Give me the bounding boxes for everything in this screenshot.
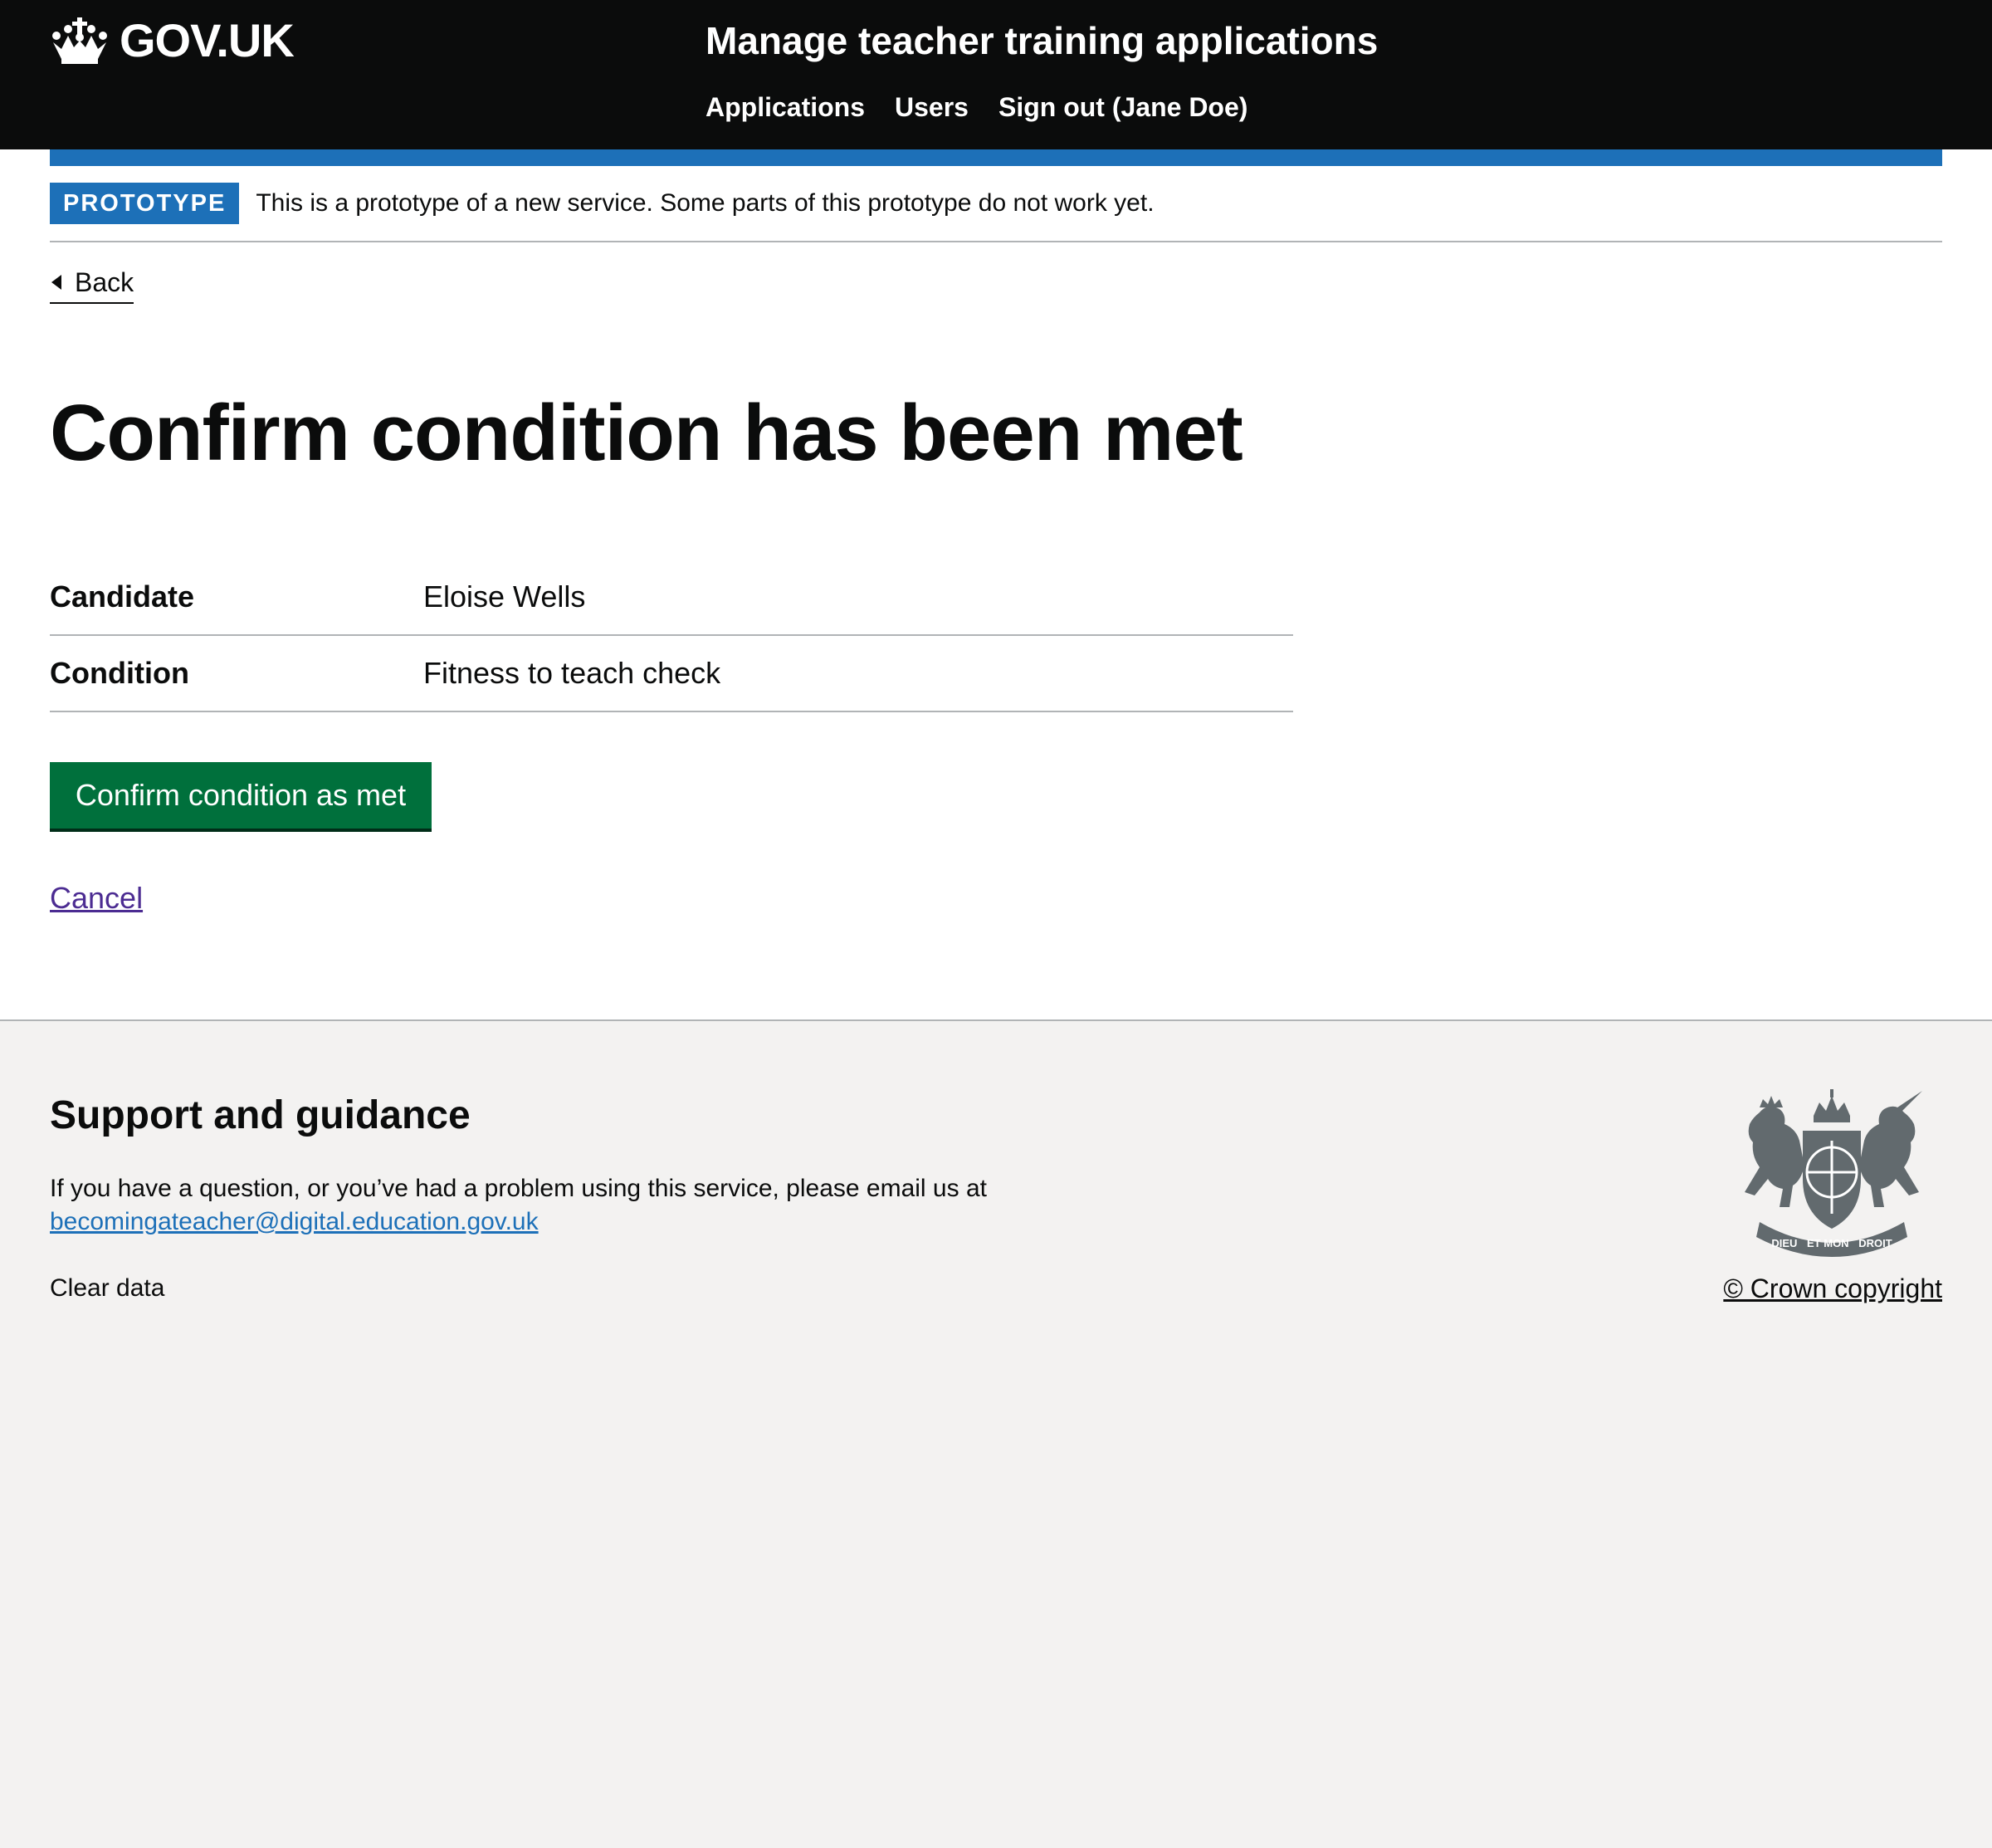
summary-value: Fitness to teach check xyxy=(423,656,721,690)
page: GOV.UK Manage teacher training applicati… xyxy=(0,0,1992,1848)
phase-banner-text: This is a prototype of a new service. So… xyxy=(256,189,1155,217)
confirm-condition-button[interactable]: Confirm condition as met xyxy=(50,762,432,829)
service-name[interactable]: Manage teacher training applications xyxy=(706,15,1378,66)
summary-key: Condition xyxy=(50,656,189,690)
chevron-left-icon xyxy=(51,275,61,290)
clear-data-link[interactable]: Clear data xyxy=(50,1272,164,1305)
svg-text:DIEU ET MON DR: DIEU ET MON DROIT xyxy=(1771,1237,1892,1249)
summary-row-condition: Condition Fitness to teach check xyxy=(50,636,1293,712)
nav-applications[interactable]: Applications xyxy=(706,86,865,128)
site-header: GOV.UK Manage teacher training applicati… xyxy=(0,0,1992,149)
crown-copyright-link[interactable]: © Crown copyright xyxy=(1723,1272,1942,1305)
page-title: Confirm condition has been met xyxy=(50,389,1243,477)
crest-motto-left: DIEU xyxy=(1771,1237,1797,1249)
summary-key: Candidate xyxy=(50,579,195,614)
phase-banner: PROTOTYPE This is a prototype of a new s… xyxy=(50,183,1942,242)
footer-support-copy: If you have a question, or you’ve had a … xyxy=(50,1175,987,1202)
header-nav: Applications Users Sign out (Jane Doe) xyxy=(706,86,1247,128)
nav-users[interactable]: Users xyxy=(895,86,969,128)
summary-value: Eloise Wells xyxy=(423,579,586,614)
cancel-link[interactable]: Cancel xyxy=(50,877,143,920)
crown-icon xyxy=(52,17,107,64)
support-email-link[interactable]: becomingateacher@digital.education.gov.u… xyxy=(50,1208,539,1235)
back-link-label: Back xyxy=(75,267,134,297)
footer-heading: Support and guidance xyxy=(50,1093,471,1137)
nav-sign-out[interactable]: Sign out (Jane Doe) xyxy=(998,86,1247,128)
footer-support-text: If you have a question, or you’ve had a … xyxy=(50,1172,1129,1239)
royal-coat-of-arms-icon: DIEU ET MON DROIT xyxy=(1745,1089,1922,1257)
summary-row-candidate: Candidate Eloise Wells xyxy=(50,560,1293,636)
crest-motto-middle: ET MON xyxy=(1807,1237,1849,1249)
back-link[interactable]: Back xyxy=(50,264,134,304)
header-blue-bar xyxy=(50,149,1942,166)
phase-tag: PROTOTYPE xyxy=(50,183,240,224)
summary-list: Candidate Eloise Wells Condition Fitness… xyxy=(50,560,1293,712)
govuk-logo-link[interactable]: GOV.UK xyxy=(50,12,295,70)
crest-motto-right: DROIT xyxy=(1858,1237,1892,1249)
logo-text: GOV.UK xyxy=(120,14,295,66)
site-footer: Support and guidance If you have a quest… xyxy=(0,1019,1992,1848)
